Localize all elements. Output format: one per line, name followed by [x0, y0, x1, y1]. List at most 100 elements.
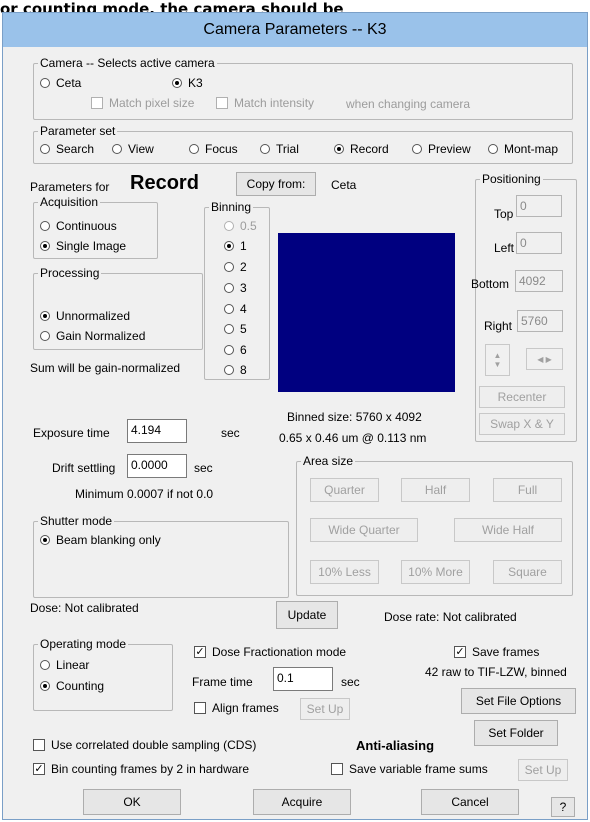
align-frames-checkbox[interactable]: Align frames: [194, 701, 279, 715]
ok-button[interactable]: OK: [83, 789, 181, 815]
left-label: Left: [494, 241, 515, 255]
update-button[interactable]: Update: [276, 601, 338, 629]
sum-gain-normalized-note: Sum will be gain-normalized: [30, 361, 181, 375]
frame-time-input[interactable]: 0.1: [273, 667, 333, 691]
cds-checkbox[interactable]: Use correlated double sampling (CDS): [33, 738, 256, 752]
operating-mode-legend: Operating mode: [40, 637, 127, 651]
processing-legend: Processing: [40, 266, 100, 280]
match-pixel-size-checkbox[interactable]: Match pixel size: [91, 96, 194, 110]
camera-group-legend: Camera -- Selects active camera: [40, 56, 215, 70]
param-search-radio[interactable]: Search: [40, 142, 94, 156]
frame-time-label: Frame time: [192, 675, 253, 689]
swap-x-y-button[interactable]: Swap X & Y: [479, 413, 565, 435]
when-changing-camera-label: when changing camera: [346, 97, 471, 111]
wide-quarter-button[interactable]: Wide Quarter: [310, 518, 418, 542]
copy-from-camera: Ceta: [331, 178, 357, 192]
save-frames-info: 42 raw to TIF-LZW, binned: [425, 665, 567, 679]
half-button[interactable]: Half: [401, 478, 470, 502]
camera-ceta-radio[interactable]: Ceta: [40, 76, 81, 90]
bin-4-radio[interactable]: 4: [224, 302, 247, 316]
beam-blanking-only-radio[interactable]: Beam blanking only: [40, 533, 161, 547]
pixel-size-info: 0.65 x 0.46 um @ 0.113 nm: [279, 431, 427, 445]
drift-settling-label: Drift settling: [52, 461, 116, 475]
param-record-radio[interactable]: Record: [334, 142, 389, 156]
ten-percent-less-button[interactable]: 10% Less: [310, 560, 379, 584]
bin-6-radio[interactable]: 6: [224, 343, 247, 357]
top-label: Top: [494, 207, 514, 221]
proc-gain-normalized-radio[interactable]: Gain Normalized: [40, 329, 145, 343]
camera-k3-radio[interactable]: K3: [172, 76, 203, 90]
align-setup-button[interactable]: Set Up: [300, 698, 350, 720]
binning-legend: Binning: [211, 200, 252, 214]
bin-2-radio[interactable]: 2: [224, 260, 247, 274]
dose-label: Dose: Not calibrated: [30, 601, 139, 615]
param-preview-radio[interactable]: Preview: [412, 142, 471, 156]
bin-8-radio[interactable]: 8: [224, 363, 247, 377]
top-field[interactable]: 0: [516, 195, 562, 217]
bin-counting-frames-checkbox[interactable]: ✓ Bin counting frames by 2 in hardware: [33, 762, 249, 776]
shutter-mode-legend: Shutter mode: [40, 514, 113, 528]
copy-from-button[interactable]: Copy from:: [236, 172, 316, 196]
drift-unit: sec: [194, 461, 213, 475]
area-size-legend: Area size: [303, 454, 354, 468]
right-field[interactable]: 5760: [517, 310, 563, 332]
exposure-time-label: Exposure time: [33, 426, 110, 440]
right-label: Right: [484, 319, 513, 333]
move-up-down-spinner[interactable]: ▲ ▼: [485, 344, 510, 376]
mode-counting-radio[interactable]: Counting: [40, 679, 104, 693]
acquisition-legend: Acquisition: [40, 195, 99, 209]
set-folder-button[interactable]: Set Folder: [474, 720, 558, 746]
positioning-legend: Positioning: [482, 172, 541, 186]
exposure-unit: sec: [221, 426, 240, 440]
drift-minimum-note: Minimum 0.0007 if not 0.0: [75, 487, 214, 501]
arrow-down-icon: ▼: [493, 360, 502, 369]
dose-fractionation-checkbox[interactable]: ✓ Dose Fractionation mode: [194, 645, 346, 659]
camera-group: Camera -- Selects active camera: [33, 56, 573, 120]
acq-continuous-radio[interactable]: Continuous: [40, 219, 117, 233]
save-frames-checkbox[interactable]: ✓ Save frames: [454, 645, 539, 659]
acquire-button[interactable]: Acquire: [253, 789, 351, 815]
bin-1-radio[interactable]: 1: [224, 239, 247, 253]
set-file-options-button[interactable]: Set File Options: [461, 688, 576, 714]
match-intensity-checkbox[interactable]: Match intensity: [216, 96, 314, 110]
help-button[interactable]: ?: [551, 797, 575, 817]
arrow-right-icon: ▶: [545, 354, 552, 364]
param-view-radio[interactable]: View: [112, 142, 154, 156]
recenter-button[interactable]: Recenter: [479, 386, 565, 408]
ten-percent-more-button[interactable]: 10% More: [401, 560, 470, 584]
variable-sums-setup-button[interactable]: Set Up: [518, 759, 568, 781]
camera-area-preview: [278, 233, 455, 392]
move-left-right-spinner[interactable]: ◀ ▶: [526, 348, 563, 370]
parameter-set-legend: Parameter set: [40, 124, 116, 138]
bin-3-radio[interactable]: 3: [224, 281, 247, 295]
wide-half-button[interactable]: Wide Half: [454, 518, 562, 542]
drift-settling-input[interactable]: 0.0000: [127, 454, 187, 478]
cancel-button[interactable]: Cancel: [421, 789, 519, 815]
mode-linear-radio[interactable]: Linear: [40, 658, 89, 672]
parameters-for-label: Parameters for: [30, 180, 110, 194]
bottom-label: Bottom: [471, 277, 510, 291]
full-button[interactable]: Full: [493, 478, 562, 502]
anti-aliasing-label: Anti-aliasing: [356, 738, 435, 753]
left-field[interactable]: 0: [516, 232, 562, 254]
quarter-button[interactable]: Quarter: [310, 478, 379, 502]
binned-size-label: Binned size: 5760 x 4092: [287, 410, 422, 424]
square-button[interactable]: Square: [493, 560, 562, 584]
save-variable-frame-sums-checkbox[interactable]: Save variable frame sums: [331, 762, 488, 776]
param-focus-radio[interactable]: Focus: [189, 142, 238, 156]
param-trial-radio[interactable]: Trial: [260, 142, 299, 156]
param-mont-map-radio[interactable]: Mont-map: [488, 142, 558, 156]
bin-0-5-radio[interactable]: 0.5: [224, 219, 257, 233]
frame-time-unit: sec: [341, 675, 360, 689]
dialog-title: Camera Parameters -- K3: [3, 13, 587, 47]
acq-single-image-radio[interactable]: Single Image: [40, 239, 126, 253]
shutter-mode-group: Shutter mode: [33, 514, 289, 598]
operating-mode-group: Operating mode: [33, 637, 173, 711]
bottom-field[interactable]: 4092: [515, 270, 563, 292]
arrow-up-icon: ▲: [493, 351, 502, 360]
exposure-time-input[interactable]: 4.194: [127, 419, 187, 443]
parameters-for-value: Record: [130, 172, 199, 194]
proc-unnormalized-radio[interactable]: Unnormalized: [40, 309, 130, 323]
dose-rate-label: Dose rate: Not calibrated: [384, 610, 517, 624]
bin-5-radio[interactable]: 5: [224, 322, 247, 336]
